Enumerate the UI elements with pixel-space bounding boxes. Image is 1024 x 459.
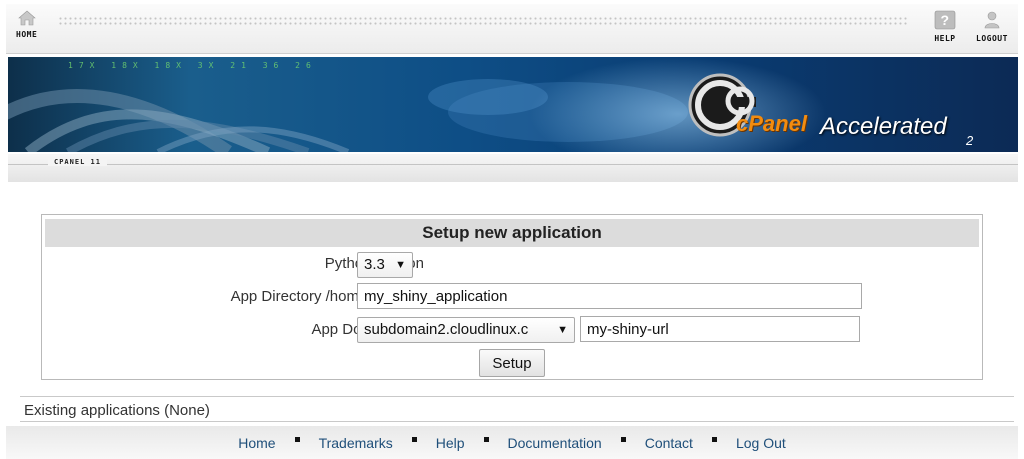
chevron-down-icon: ▼ [557, 324, 568, 336]
existing-top-divider [20, 396, 1014, 397]
python-version-select[interactable]: 3.3 ▼ [357, 252, 413, 278]
app-uri-input[interactable] [580, 316, 860, 342]
footer-link-trademarks[interactable]: Trademarks [319, 435, 393, 451]
top-nav-bar: HOME ? HELP LOGOUT [6, 4, 1018, 54]
nav-help-label: HELP [934, 34, 956, 43]
logo-version-text: 2 [966, 133, 974, 148]
banner-digits: 17X 18X 18X 3X 21 36 26 [68, 61, 317, 70]
footer-separator [483, 437, 489, 442]
logo-accelerated-text: Accelerated [820, 113, 947, 140]
footer-links: Home Trademarks Help Documentation Conta… [6, 426, 1018, 459]
home-icon [17, 10, 36, 26]
footer-separator [711, 437, 717, 442]
existing-bottom-divider [20, 421, 1014, 422]
section-label: CPANEL 11 [48, 158, 107, 166]
cpanel-banner: 17X 18X 18X 3X 21 36 26 cPanel Accelerat… [8, 57, 1018, 152]
footer-separator [620, 437, 626, 442]
nav-home-button[interactable]: HOME [16, 10, 37, 39]
logout-user-icon [984, 11, 1000, 29]
chevron-down-icon: ▼ [395, 259, 406, 271]
app-directory-input[interactable] [357, 283, 862, 309]
app-domain-select[interactable]: subdomain2.cloudlinux.c ▼ [357, 317, 575, 343]
footer-link-help[interactable]: Help [436, 435, 465, 451]
setup-button[interactable]: Setup [479, 349, 545, 377]
logo-cpanel-text: cPanel [736, 111, 807, 136]
app-domain-value: subdomain2.cloudlinux.c [364, 321, 529, 338]
section-divider-line [8, 164, 1018, 165]
cpanel-accelerated-logo: cPanel Accelerated 2 [678, 67, 998, 148]
nav-logout-button[interactable]: LOGOUT [976, 10, 1008, 43]
help-icon: ? [934, 10, 956, 30]
footer-link-logout[interactable]: Log Out [736, 435, 786, 451]
nav-logout-label: LOGOUT [976, 34, 1008, 43]
footer-separator [411, 437, 417, 442]
footer-link-home[interactable]: Home [238, 435, 275, 451]
svg-text:?: ? [940, 12, 949, 28]
footer-separator [294, 437, 300, 442]
existing-applications-text: Existing applications (None) [24, 402, 210, 419]
nav-home-label: HOME [16, 30, 38, 39]
panel-title: Setup new application [45, 219, 979, 247]
nav-help-button[interactable]: ? HELP [934, 10, 956, 43]
footer-link-contact[interactable]: Contact [645, 435, 693, 451]
section-header-bar: CPANEL 11 [8, 154, 1018, 182]
dotted-decoration [58, 16, 908, 26]
footer-link-documentation[interactable]: Documentation [508, 435, 602, 451]
